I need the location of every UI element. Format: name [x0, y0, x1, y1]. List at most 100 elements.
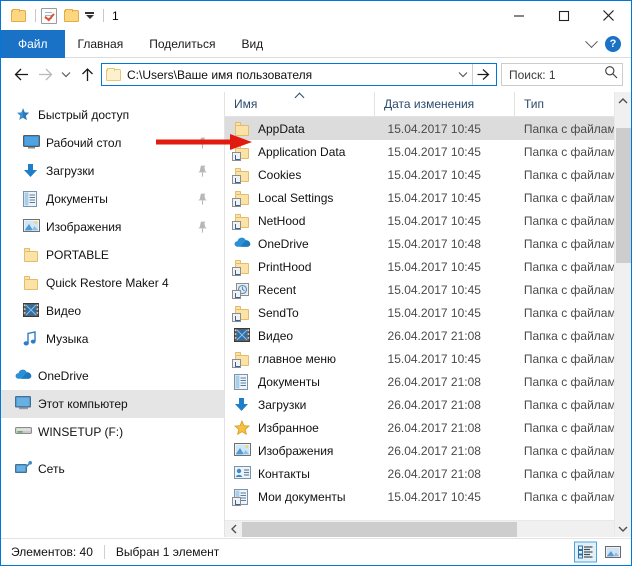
documents-icon — [232, 488, 251, 506]
pin-icon[interactable] — [197, 193, 208, 205]
tab-home[interactable]: Главная — [65, 30, 137, 58]
column-header-type[interactable]: Тип — [515, 92, 625, 117]
scroll-up-icon[interactable] — [615, 92, 631, 109]
sidebar-item-6[interactable]: Quick Restore Maker 4 — [1, 269, 224, 297]
drive-icon — [15, 424, 32, 440]
scroll-down-icon[interactable] — [615, 520, 631, 537]
folder-icon — [232, 167, 251, 184]
title-bar: 1 — [1, 1, 631, 30]
pin-icon[interactable] — [197, 221, 208, 233]
address-bar[interactable]: C:\Users\Ваше имя пользователя — [101, 63, 497, 86]
folder-icon — [234, 121, 251, 137]
recent-locations-icon[interactable] — [57, 63, 75, 87]
address-path-text[interactable]: C:\Users\Ваше имя пользователя — [127, 68, 454, 82]
back-arrow-icon[interactable] — [9, 63, 33, 87]
divider — [103, 545, 105, 559]
help-icon[interactable]: ? — [605, 36, 621, 52]
close-button[interactable] — [586, 1, 631, 30]
sidebar-item-8[interactable]: Музыка — [1, 325, 224, 353]
video-icon — [23, 303, 40, 319]
chevron-down-icon[interactable] — [585, 34, 598, 48]
table-row[interactable]: Изображения 26.04.2017 21:08 Папка с файла… — [225, 439, 631, 462]
sidebar-item-2[interactable]: Загрузки — [1, 157, 224, 185]
documents-icon — [23, 191, 40, 207]
tab-share[interactable]: Поделиться — [136, 30, 228, 58]
table-row[interactable]: Application Data 15.04.2017 10:45 Папка с … — [225, 140, 631, 163]
tab-view[interactable]: Вид — [228, 30, 276, 58]
navigation-pane[interactable]: Быстрый доступ Рабочий стол Загрузки Докуме… — [1, 92, 225, 537]
chevron-down-icon[interactable] — [85, 12, 94, 19]
scroll-left-icon[interactable] — [225, 521, 242, 538]
table-row[interactable]: Видео 26.04.2017 21:08 Папка с файлами — [225, 324, 631, 347]
tab-file[interactable]: Файл — [1, 30, 65, 58]
sidebar-item-1[interactable]: Рабочий стол — [1, 129, 224, 157]
nav-gap — [1, 353, 224, 362]
table-row[interactable]: главное меню 15.04.2017 10:45 Папка с файл… — [225, 347, 631, 370]
pin-icon[interactable] — [197, 137, 208, 149]
sidebar-item-label: Документы — [46, 192, 108, 206]
forward-arrow-icon — [33, 63, 57, 87]
file-date-cell: 15.04.2017 10:45 — [387, 121, 481, 136]
large-icons-view-icon[interactable] — [601, 542, 624, 563]
sort-ascending-icon — [294, 92, 304, 102]
table-row[interactable]: Recent 15.04.2017 10:45 Папка с файлами — [225, 278, 631, 301]
sidebar-item-label: OneDrive — [38, 369, 89, 383]
sidebar-item-9[interactable]: OneDrive — [1, 362, 224, 390]
table-row[interactable]: AppData 15.04.2017 10:45 Папка с файлами — [225, 117, 631, 140]
file-date-cell: 15.04.2017 10:48 — [387, 236, 481, 251]
file-rows-container[interactable]: AppData 15.04.2017 10:45 Папка с файлами Ap… — [225, 117, 631, 520]
table-row[interactable]: Избранное 26.04.2017 21:08 Папка с файлами — [225, 416, 631, 439]
chevron-down-icon[interactable] — [454, 71, 472, 78]
minimize-button[interactable] — [496, 1, 541, 30]
table-row[interactable]: Мои документы 15.04.2017 10:45 Папка с фай… — [225, 485, 631, 508]
sidebar-item-7[interactable]: Видео — [1, 297, 224, 325]
folder-icon — [232, 190, 251, 207]
column-header-date[interactable]: Дата изменения — [375, 92, 515, 117]
properties-checklist-icon[interactable] — [41, 7, 57, 24]
table-row[interactable]: Контакты 26.04.2017 21:08 Папка с файлами — [225, 462, 631, 485]
pin-icon[interactable] — [197, 165, 208, 177]
table-row[interactable]: PrintHood 15.04.2017 10:45 Папка с файлами — [225, 255, 631, 278]
column-header-name[interactable]: Имя — [225, 92, 375, 117]
file-name-cell: Загрузки — [258, 397, 307, 412]
file-name-cell: Документы — [258, 374, 320, 389]
search-input-value[interactable]: Поиск: 1 — [509, 68, 604, 82]
table-row[interactable]: Загрузки 26.04.2017 21:08 Папка с файлами — [225, 393, 631, 416]
sidebar-item-0[interactable]: Быстрый доступ — [1, 101, 224, 129]
up-arrow-icon[interactable] — [75, 63, 99, 87]
table-row[interactable]: Local Settings 15.04.2017 10:45 Папка с фа… — [225, 186, 631, 209]
go-arrow-icon[interactable] — [472, 64, 494, 85]
sidebar-item-10[interactable]: Этот компьютер — [1, 390, 224, 418]
table-row[interactable]: Cookies 15.04.2017 10:45 Папка с файлами — [225, 163, 631, 186]
file-list-pane: Имя Дата изменения Тип AppData 15.04.2017… — [225, 92, 631, 537]
sidebar-item-11[interactable]: WINSETUP (F:) — [1, 418, 224, 446]
sidebar-item-label: Музыка — [46, 332, 89, 346]
vertical-scrollbar[interactable] — [614, 92, 631, 537]
divider — [103, 9, 104, 22]
details-view-icon[interactable] — [574, 541, 597, 563]
horizontal-scrollbar-thumb[interactable] — [242, 522, 517, 537]
sidebar-item-12[interactable]: Сеть — [1, 455, 224, 483]
vertical-scrollbar-thumb[interactable] — [616, 128, 631, 263]
file-name-cell: Cookies — [258, 167, 302, 182]
table-row[interactable]: SendTo 15.04.2017 10:45 Папка с файлами — [225, 301, 631, 324]
table-row[interactable]: NetHood 15.04.2017 10:45 Папка с файлами — [225, 209, 631, 232]
folder-icon[interactable] — [10, 7, 28, 25]
table-row[interactable]: OneDrive 15.04.2017 10:48 Папка с файлами — [225, 232, 631, 255]
new-folder-icon[interactable] — [63, 7, 81, 25]
shortcut-badge-icon — [232, 358, 241, 368]
sidebar-item-5[interactable]: PORTABLE — [1, 241, 224, 269]
horizontal-scrollbar[interactable] — [225, 520, 631, 537]
table-row[interactable]: Документы 26.04.2017 21:08 Папка с файлами — [225, 370, 631, 393]
pictures-icon — [23, 219, 40, 235]
sidebar-item-3[interactable]: Документы — [1, 185, 224, 213]
file-name-cell: OneDrive — [258, 236, 309, 251]
file-date-cell: 15.04.2017 10:45 — [387, 190, 481, 205]
search-input[interactable]: Поиск: 1 — [501, 63, 623, 86]
sidebar-item-label: Загрузки — [46, 164, 95, 178]
search-icon[interactable] — [604, 65, 618, 84]
file-date-cell: 15.04.2017 10:45 — [387, 489, 481, 504]
maximize-button[interactable] — [541, 1, 586, 30]
sidebar-item-4[interactable]: Изображения — [1, 213, 224, 241]
folder-icon — [232, 259, 251, 276]
